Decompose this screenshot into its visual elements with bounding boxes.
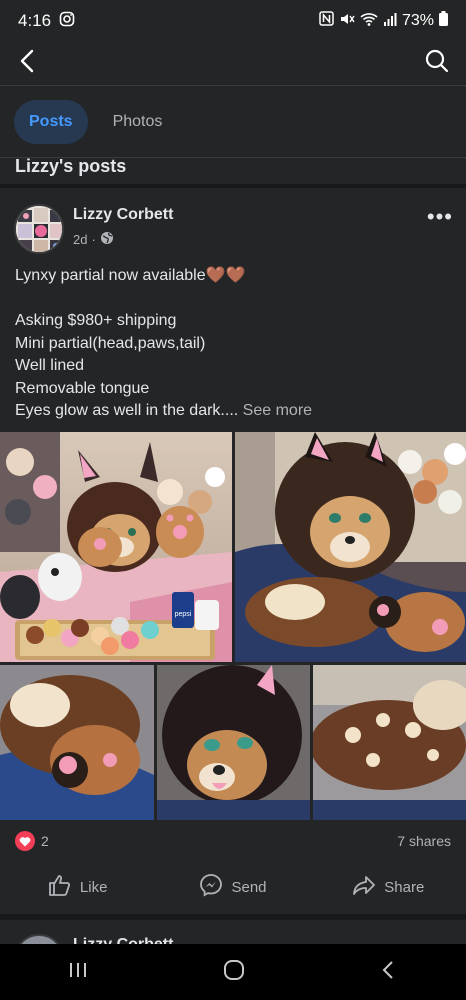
post-line: Removable tongue	[15, 379, 150, 397]
post-text: Lynxy partial now available🤎🤎 Asking $98…	[15, 265, 455, 423]
share-button[interactable]: Share	[311, 873, 466, 901]
next-post-preview: Lizzy Corbett	[0, 920, 466, 944]
avatar[interactable]	[14, 204, 64, 254]
meta-dot: ·	[91, 232, 96, 247]
search-icon[interactable]	[424, 48, 450, 79]
send-label: Send	[231, 878, 267, 896]
reaction-count[interactable]: 2	[41, 833, 49, 849]
see-more-link[interactable]: See more	[243, 402, 312, 419]
profile-tabs: Posts Photos	[0, 86, 466, 158]
battery-percent: 73%	[401, 12, 434, 29]
post-time: 2d	[73, 232, 88, 247]
heart-reaction-icon[interactable]	[15, 831, 35, 851]
can-label: pepsi	[175, 611, 192, 618]
post-photo-2[interactable]	[235, 432, 466, 662]
instagram-notification-icon	[59, 11, 75, 32]
post-line	[15, 288, 455, 311]
post-photo-3[interactable]	[0, 665, 154, 820]
share-arrow-icon	[352, 873, 376, 901]
post-author[interactable]: Lizzy Corbett	[73, 206, 173, 224]
tab-posts[interactable]: Posts	[14, 99, 88, 144]
like-button[interactable]: Like	[0, 873, 155, 901]
globe-icon	[100, 231, 114, 248]
post-header: Lizzy Corbett 2d · •••	[0, 200, 466, 256]
share-label: Share	[384, 878, 425, 896]
tab-photos[interactable]: Photos	[98, 100, 178, 144]
post-photo-4[interactable]	[157, 665, 310, 820]
post-line: Lynxy partial now available🤎🤎	[15, 267, 246, 284]
send-button[interactable]: Send	[155, 873, 310, 901]
mute-icon	[339, 11, 355, 32]
nfc-icon	[319, 11, 334, 31]
recent-apps-icon[interactable]	[67, 960, 89, 985]
post-line: Mini partial(head,paws,tail)	[15, 334, 206, 352]
messenger-icon	[199, 873, 223, 901]
next-post-author[interactable]: Lizzy Corbett	[73, 936, 173, 944]
post-line: Asking $980+ shipping	[15, 312, 177, 329]
thumbs-up-icon	[48, 873, 72, 901]
post-actions: Like Send Share	[0, 862, 466, 912]
system-back-icon[interactable]	[379, 959, 399, 986]
status-bar: 4:16 73%	[0, 0, 466, 42]
more-options-icon[interactable]: •••	[427, 204, 453, 230]
shares-count[interactable]: 7 shares	[397, 833, 451, 849]
home-icon[interactable]	[222, 958, 246, 987]
status-time: 4:16	[18, 11, 52, 30]
section-title: Lizzy's posts	[0, 157, 466, 188]
top-bar	[0, 42, 466, 86]
post-photo-5[interactable]	[313, 665, 466, 820]
wifi-icon	[360, 11, 378, 32]
like-label: Like	[79, 878, 108, 896]
post-meta: 2d ·	[73, 231, 114, 248]
post-line-last: Eyes glow as well in the dark.... See mo…	[15, 400, 455, 423]
reactions-bar: 2 7 shares	[0, 824, 466, 858]
battery-icon	[439, 11, 448, 31]
back-icon[interactable]	[16, 48, 38, 79]
post-line: Eyes glow as well in the dark....	[15, 402, 239, 419]
avatar[interactable]	[14, 934, 64, 944]
post-photo-1[interactable]: pepsi	[0, 432, 232, 662]
post-line: Well lined	[15, 357, 85, 374]
signal-icon	[383, 12, 397, 31]
system-nav-bar	[0, 944, 466, 1000]
